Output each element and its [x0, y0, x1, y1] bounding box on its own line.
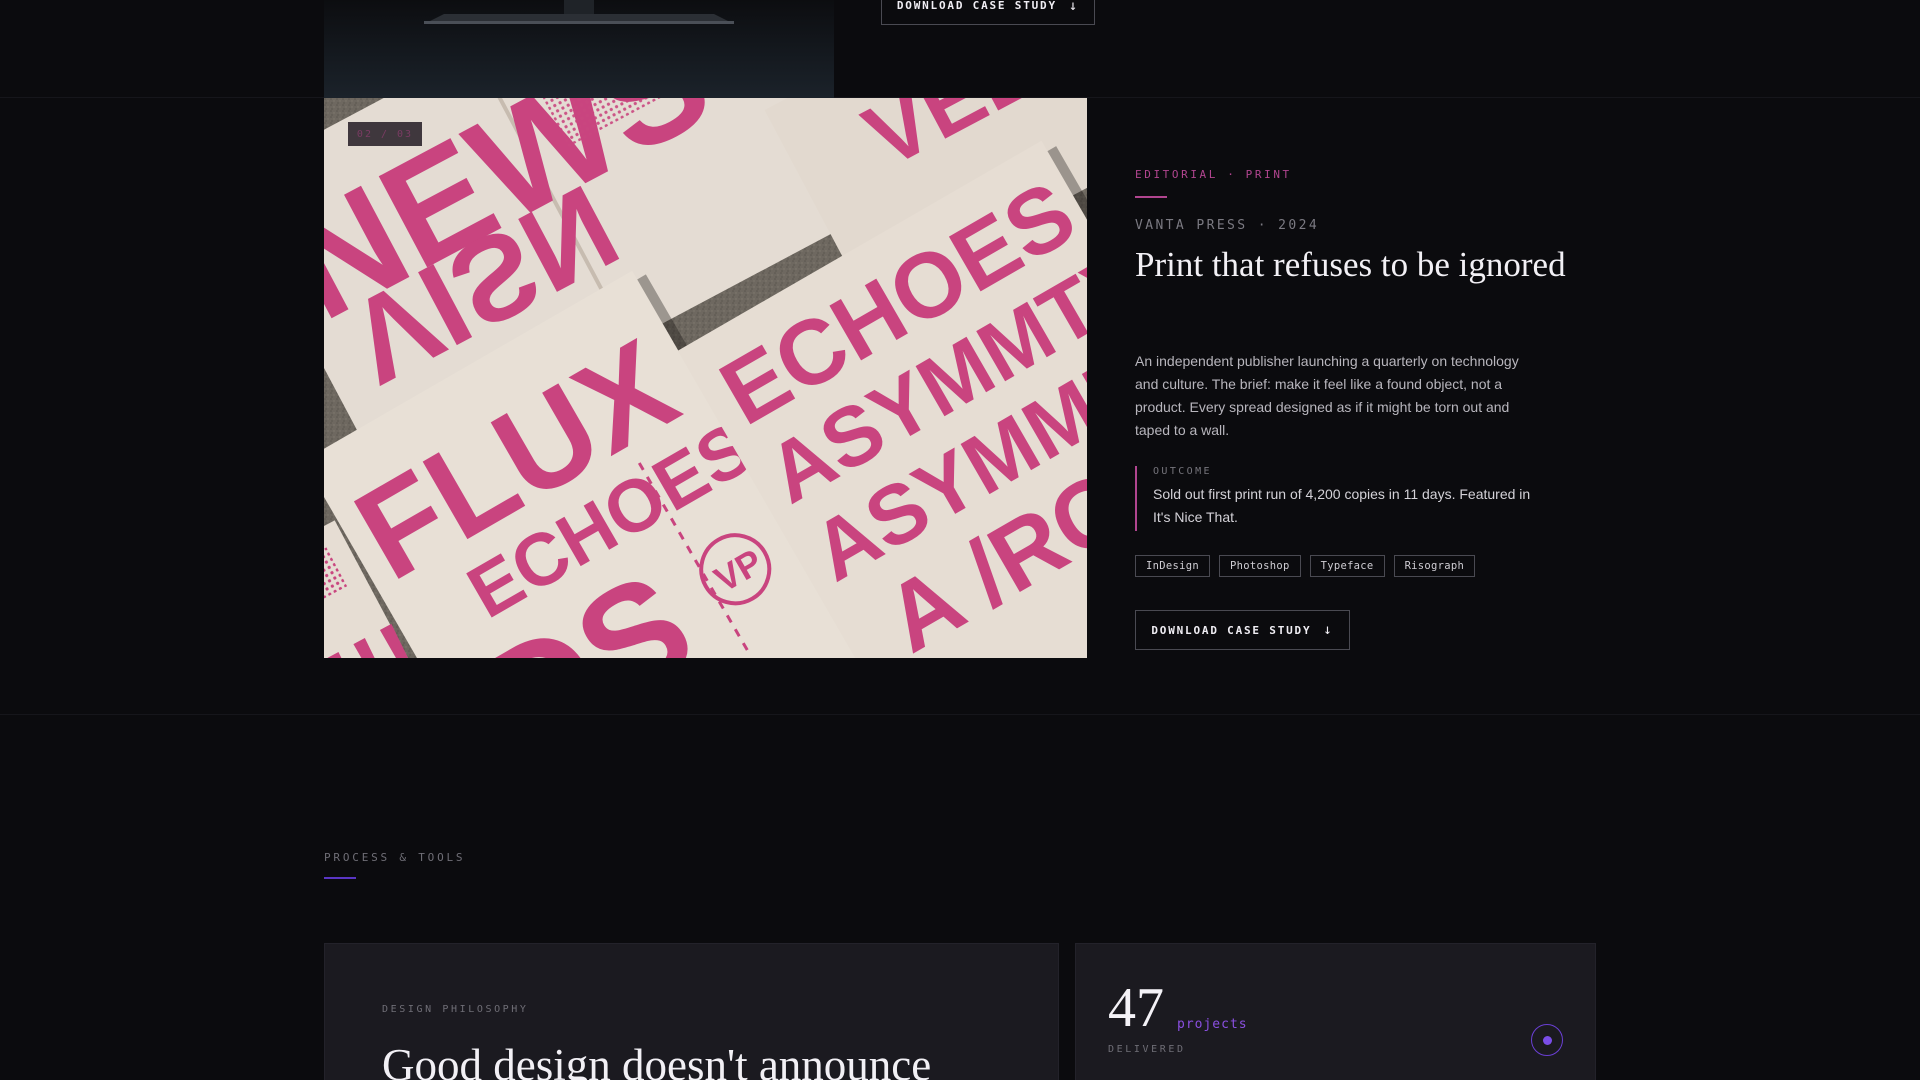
project-title: Print that refuses to be ignored	[1135, 245, 1566, 284]
project-image[interactable]: NEWS VISN VEL FLUX ECHOES DS VP	[324, 98, 1087, 658]
download-button-label: DOWNLOAD CASE STUDY	[1151, 623, 1312, 637]
projects-stat-card: 47 projects DELIVERED	[1075, 943, 1596, 1080]
stat-number: 47	[1108, 977, 1164, 1039]
arrow-down-icon: ↓	[1323, 622, 1334, 638]
stat-unit: projects	[1177, 1017, 1248, 1032]
tag-photoshop: Photoshop	[1218, 555, 1301, 577]
tool-tags: InDesign Photoshop Typeface Risograph	[1135, 555, 1476, 577]
tag-indesign: InDesign	[1135, 555, 1210, 577]
previous-download-case-study-button[interactable]: DOWNLOAD CASE STUDY ↓	[881, 0, 1095, 25]
arrow-down-icon: ↓	[1068, 0, 1080, 14]
previous-project-image	[324, 0, 834, 98]
monitor-stand-graphic	[424, 0, 734, 24]
pulse-indicator-icon	[1531, 1024, 1563, 1056]
category-divider	[1135, 196, 1167, 198]
download-button-label: DOWNLOAD CASE STUDY	[896, 0, 1057, 12]
project-client-year: VANTA PRESS · 2024	[1135, 218, 1320, 233]
process-section-divider	[324, 877, 356, 879]
tag-typeface: Typeface	[1309, 555, 1385, 577]
project-outcome: OUTCOME Sold out first print run of 4,20…	[1135, 466, 1535, 531]
previous-project-section: DOWNLOAD CASE STUDY ↓	[0, 0, 1920, 98]
magazine-spread-illustration: NEWS VISN VEL FLUX ECHOES DS VP	[324, 98, 1087, 658]
design-philosophy-card: DESIGN PHILOSOPHY Good design doesn't an…	[324, 943, 1059, 1080]
philosophy-label: DESIGN PHILOSOPHY	[382, 1004, 529, 1015]
process-section-label: PROCESS & TOOLS	[324, 851, 466, 864]
outcome-text: Sold out first print run of 4,200 copies…	[1153, 486, 1531, 525]
featured-project-section: NEWS VISN VEL FLUX ECHOES DS VP	[0, 98, 1920, 715]
philosophy-title: Good design doesn't announce	[382, 1040, 932, 1080]
project-category: EDITORIAL · PRINT	[1135, 168, 1292, 181]
download-case-study-button[interactable]: DOWNLOAD CASE STUDY ↓	[1135, 610, 1350, 650]
project-description: An independent publisher launching a qua…	[1135, 353, 1519, 438]
project-index-badge: 02 / 03	[348, 122, 422, 146]
outcome-label: OUTCOME	[1153, 466, 1212, 477]
tag-risograph: Risograph	[1393, 555, 1476, 577]
stat-label: DELIVERED	[1108, 1044, 1186, 1055]
